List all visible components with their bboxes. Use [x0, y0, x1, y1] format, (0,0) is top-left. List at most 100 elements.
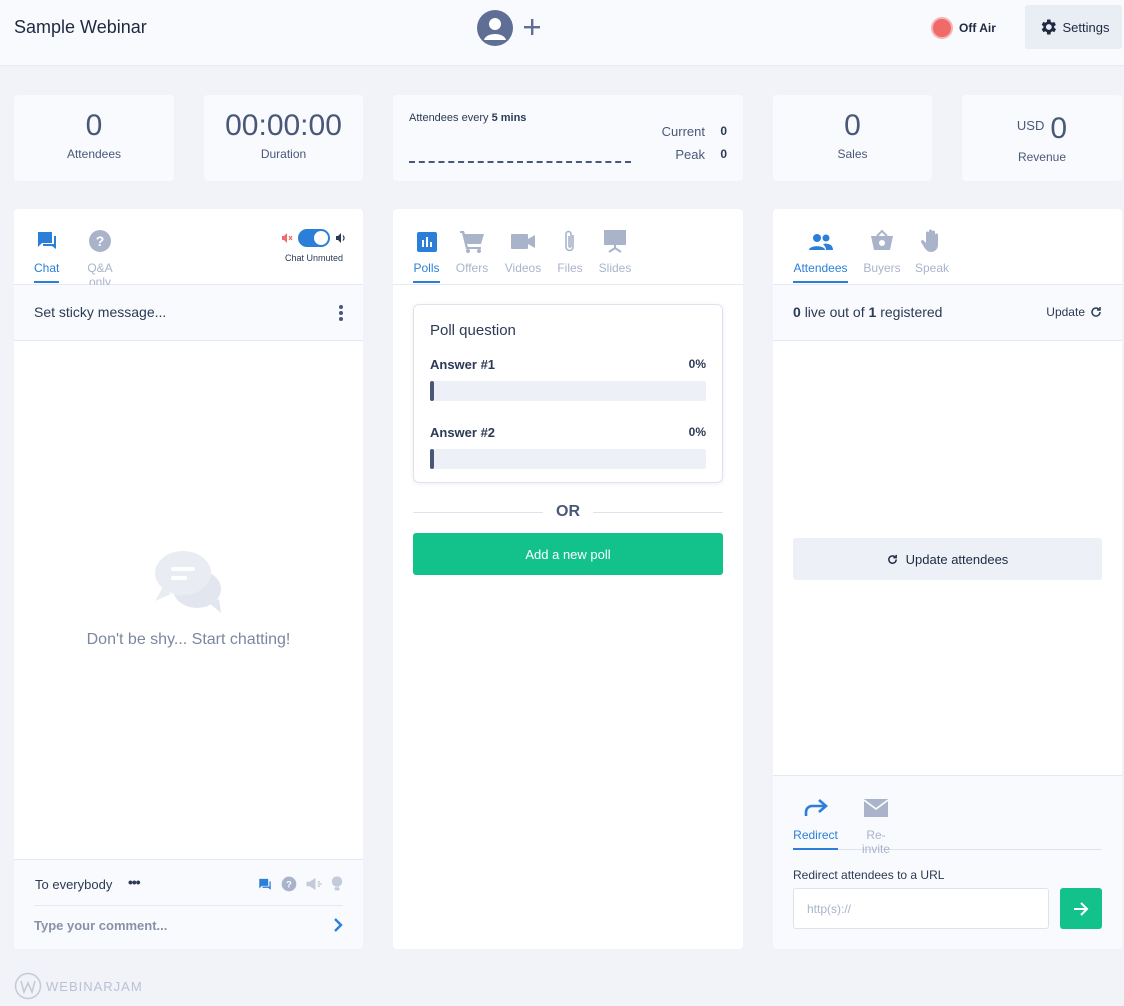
tab-redirect-label: Redirect — [793, 828, 838, 842]
question-message-icon[interactable]: ? — [281, 876, 297, 892]
add-presenter-button[interactable] — [521, 14, 543, 42]
sticky-message-row[interactable]: Set sticky message... — [14, 285, 363, 341]
arrow-right-icon — [1074, 901, 1089, 916]
update-link[interactable]: Update — [1046, 305, 1102, 319]
webinar-title: Sample Webinar — [14, 17, 147, 37]
status-dot-icon — [931, 17, 953, 39]
answer-label: Answer #2 — [430, 425, 496, 440]
more-options-icon[interactable] — [339, 305, 343, 323]
answer-bar-fill — [430, 449, 434, 469]
tab-polls-label: Polls — [413, 261, 440, 275]
on-air-toggle[interactable]: Off Air — [931, 17, 996, 39]
tab-slides-label: Slides — [598, 261, 632, 275]
chat-bubble-icon — [37, 232, 56, 249]
attendees-stat: 0 Attendees — [14, 95, 174, 181]
recipient-selector[interactable]: To everybody — [35, 877, 112, 892]
tab-videos-label: Videos — [504, 261, 542, 275]
tab-videos[interactable]: Videos — [504, 229, 542, 275]
attendees-stat-label: Attendees — [66, 147, 122, 161]
duration-label: Duration — [260, 147, 307, 161]
tab-buyers[interactable]: Buyers — [863, 229, 901, 275]
tab-reinvite-label: Re-invite — [861, 828, 890, 856]
chat-message-icon[interactable] — [257, 877, 273, 891]
tab-redirect[interactable]: Redirect — [793, 796, 838, 850]
redirect-tabs: Redirect Re-invite — [793, 776, 1102, 856]
answer-percent: 0% — [688, 357, 706, 371]
tab-buyers-label: Buyers — [863, 261, 901, 275]
attendee-count-row: 0 live out of 1 registered Update — [773, 285, 1122, 341]
or-divider: OR — [413, 502, 723, 522]
chat-tabs: Chat ? Q&A only Chat Unmuted — [14, 209, 363, 289]
tab-chat[interactable]: Chat — [34, 229, 60, 283]
recipient-more-button[interactable]: ••• — [128, 874, 141, 890]
chat-panel: Chat ? Q&A only Chat Unmuted Set sticky … — [14, 209, 363, 949]
webinarjam-logo: WEBINARJAM — [14, 972, 143, 1000]
attendees-graph-card: Attendees every 5 mins Current 0 Peak 0 — [393, 95, 743, 181]
settings-button[interactable]: Settings — [1025, 5, 1122, 49]
redirect-arrow-icon — [804, 799, 828, 816]
graph-interval: 5 mins — [491, 112, 527, 124]
chat-toggle-label: Chat Unmuted — [284, 253, 344, 263]
tab-polls[interactable]: Polls — [413, 229, 440, 283]
answer-percent: 0% — [688, 425, 706, 439]
duration-stat: 00:00:00 Duration — [204, 95, 363, 181]
sales-count: 0 — [844, 109, 861, 142]
add-poll-button[interactable]: Add a new poll — [413, 533, 723, 575]
video-camera-icon — [511, 234, 535, 249]
tab-speak-label: Speak — [914, 261, 950, 275]
chat-mute-toggle[interactable] — [298, 229, 330, 247]
content-tabs: Polls Offers Videos Files Slides — [393, 209, 743, 285]
attendees-panel: Attendees Buyers Speak 0 live out of 1 r… — [773, 209, 1122, 949]
tab-offers[interactable]: Offers — [455, 229, 489, 275]
cart-icon — [460, 231, 484, 253]
tab-reinvite[interactable]: Re-invite — [853, 796, 899, 856]
poll-question: Poll question — [430, 322, 516, 339]
question-icon: ? — [89, 230, 111, 252]
settings-label: Settings — [1062, 19, 1110, 35]
gear-icon — [1041, 19, 1056, 35]
message-type-icons: ? — [257, 876, 343, 892]
live-registered-text: 0 live out of 1 registered — [793, 304, 943, 320]
chat-bubbles-icon — [154, 551, 221, 613]
redirect-url-input[interactable] — [793, 888, 1049, 929]
revenue-value: 0 — [1050, 112, 1068, 145]
poll-card[interactable]: Poll question Answer #1 0% Answer #2 0% — [413, 304, 723, 483]
presentation-icon — [604, 230, 626, 253]
redirect-submit-button[interactable] — [1060, 888, 1102, 929]
update-attendees-button[interactable]: Update attendees — [793, 538, 1102, 580]
redirect-section: Redirect Re-invite Redirect attendees to… — [773, 775, 1122, 949]
tab-attendees[interactable]: Attendees — [793, 229, 848, 283]
peak-row: Peak 0 — [675, 147, 727, 162]
megaphone-icon[interactable] — [305, 877, 323, 891]
presenter-controls — [477, 10, 543, 46]
tab-files[interactable]: Files — [556, 229, 584, 275]
attendees-graph-line — [409, 161, 631, 163]
send-chevron-icon[interactable] — [333, 917, 343, 933]
attendees-tabs: Attendees Buyers Speak — [773, 209, 1122, 285]
chat-mute-control: Chat Unmuted — [274, 229, 354, 263]
answer-bar-fill — [430, 381, 434, 401]
revenue-stat: USD 0 Revenue — [962, 95, 1122, 181]
duration-value: 00:00:00 — [225, 109, 342, 142]
poll-answer-2: Answer #2 0% — [430, 425, 706, 469]
answer-label: Answer #1 — [430, 357, 496, 372]
comment-input[interactable] — [34, 918, 314, 933]
tab-speak[interactable]: Speak — [914, 229, 950, 275]
update-link-label: Update — [1046, 305, 1085, 319]
speaker-muted-icon — [282, 233, 293, 243]
update-attendees-label: Update attendees — [905, 551, 1009, 567]
lightbulb-icon[interactable] — [331, 876, 343, 892]
sticky-message-input[interactable]: Set sticky message... — [34, 304, 166, 320]
sales-label: Sales — [837, 147, 868, 161]
bar-chart-icon — [416, 232, 437, 252]
current-label: Current — [661, 124, 705, 139]
presenter-avatar-icon[interactable] — [477, 10, 513, 46]
paperclip-icon — [565, 230, 574, 252]
refresh-icon — [887, 554, 897, 564]
webinarjam-logo-icon — [14, 972, 42, 1000]
brand-name: WEBINARJAM — [46, 978, 143, 994]
sales-stat: 0 Sales — [773, 95, 932, 181]
tab-chat-label: Chat — [34, 261, 60, 275]
tab-qa-only[interactable]: ? Q&A only — [75, 229, 125, 289]
tab-slides[interactable]: Slides — [598, 229, 632, 275]
